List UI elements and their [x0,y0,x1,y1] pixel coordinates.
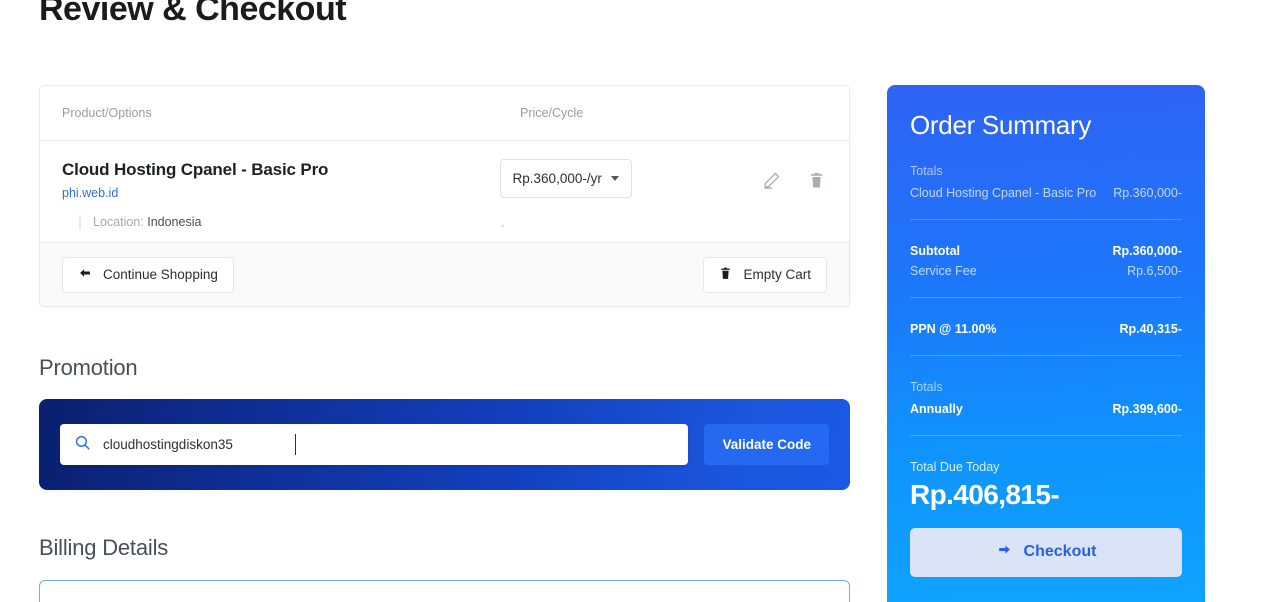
continue-shopping-button[interactable]: Continue Shopping [62,256,234,293]
divider [910,354,1182,356]
summary-tax-row: PPN @ 11.00% Rp.40,315- [910,322,1182,336]
checkout-button[interactable]: Checkout [910,527,1182,577]
cart-card: Product/Options Price/Cycle Cloud Hostin… [39,85,850,307]
column-header-product: Product/Options [62,106,152,120]
cart-item-row: Cloud Hosting Cpanel - Basic Pro phi.web… [62,159,827,232]
empty-cart-label: Empty Cart [743,267,811,282]
continue-shopping-label: Continue Shopping [103,267,218,282]
divider [910,218,1182,220]
summary-totals-label-2: Totals [910,379,943,394]
product-domain-link[interactable]: phi.web.id [62,186,500,200]
validate-code-button[interactable]: Validate Code [704,424,829,465]
summary-totals-group: Totals Cloud Hosting Cpanel - Basic Pro … [910,164,1182,200]
main-column: Product/Options Price/Cycle Cloud Hostin… [39,85,850,602]
option-price-value: - [500,218,505,232]
pencil-icon[interactable] [760,169,782,191]
summary-line-item-value: Rp.360,000- [1113,185,1182,200]
checkout-page: Review & Checkout Product/Options Price/… [0,0,1280,602]
summary-subtotal-group: Subtotal Rp.360,000- Service Fee Rp.6,50… [910,244,1182,278]
promo-input-wrapper[interactable] [60,424,689,465]
summary-total-due-group: Total Due Today Rp.406,815- [910,460,1182,511]
chevron-down-icon [610,176,619,181]
checkout-label: Checkout [1023,543,1097,561]
promo-code-input[interactable] [103,437,675,452]
divider [910,296,1182,298]
billing-section-title: Billing Details [39,535,169,560]
order-summary-panel: Order Summary Totals Cloud Hosting Cpane… [887,85,1205,602]
summary-annually-label: Annually [910,401,963,416]
summary-subtotal-value: Rp.360,000- [1112,243,1182,258]
product-name: Cloud Hosting Cpanel - Basic Pro [62,160,329,179]
option-label: Location: [93,215,144,230]
promotion-box: Validate Code [39,399,850,490]
billing-cycle-value: Rp.360,000-/yr [512,171,602,186]
total-due-today-label: Total Due Today [910,459,1000,474]
summary-subtotal-label: Subtotal [910,243,960,258]
summary-tax-group: PPN @ 11.00% Rp.40,315- [910,322,1182,336]
summary-annually-row: Annually Rp.399,600- [910,402,1182,416]
summary-service-fee-value: Rp.6,500- [1127,263,1182,278]
trash-icon[interactable] [805,169,827,191]
search-icon [74,434,91,456]
product-option-location: Location: Indonesia [79,215,500,231]
trash-icon [719,266,732,284]
arrow-right-icon [996,542,1013,562]
summary-line-item-label: Cloud Hosting Cpanel - Basic Pro [910,185,1097,200]
billing-cycle-select[interactable]: Rp.360,000-/yr [499,159,632,198]
summary-service-fee-row: Service Fee Rp.6,500- [910,264,1182,278]
arrow-left-icon [78,266,92,283]
column-header-price: Price/Cycle [520,106,584,120]
summary-totals-label: Totals [910,163,943,178]
summary-annual-group: Totals Annually Rp.399,600- [910,380,1182,416]
cart-item-details: Cloud Hosting Cpanel - Basic Pro phi.web… [62,159,500,231]
option-value: Indonesia [147,215,202,230]
order-summary-title: Order Summary [910,110,1092,140]
text-cursor [295,434,296,455]
page-title: Review & Checkout [39,0,347,28]
cart-item-pricing: Rp.360,000-/yr - [499,159,746,232]
summary-service-fee-label: Service Fee [910,263,977,278]
summary-subtotal-row: Subtotal Rp.360,000- [910,244,1182,258]
cart-item-actions [760,159,827,191]
billing-details-card[interactable] [39,580,850,602]
summary-tax-label: PPN @ 11.00% [910,321,997,336]
summary-tax-value: Rp.40,315- [1119,321,1182,336]
cart-footer: Continue Shopping Empty Cart [40,242,849,306]
cart-items: Cloud Hosting Cpanel - Basic Pro phi.web… [40,141,849,242]
cart-table-header: Product/Options Price/Cycle [40,86,849,141]
empty-cart-button[interactable]: Empty Cart [703,256,827,293]
total-due-today-amount: Rp.406,815- [910,478,1060,510]
promotion-section-title: Promotion [39,355,138,380]
summary-annually-value: Rp.399,600- [1112,401,1182,416]
divider [910,434,1182,436]
summary-line-item: Cloud Hosting Cpanel - Basic Pro Rp.360,… [910,186,1182,200]
